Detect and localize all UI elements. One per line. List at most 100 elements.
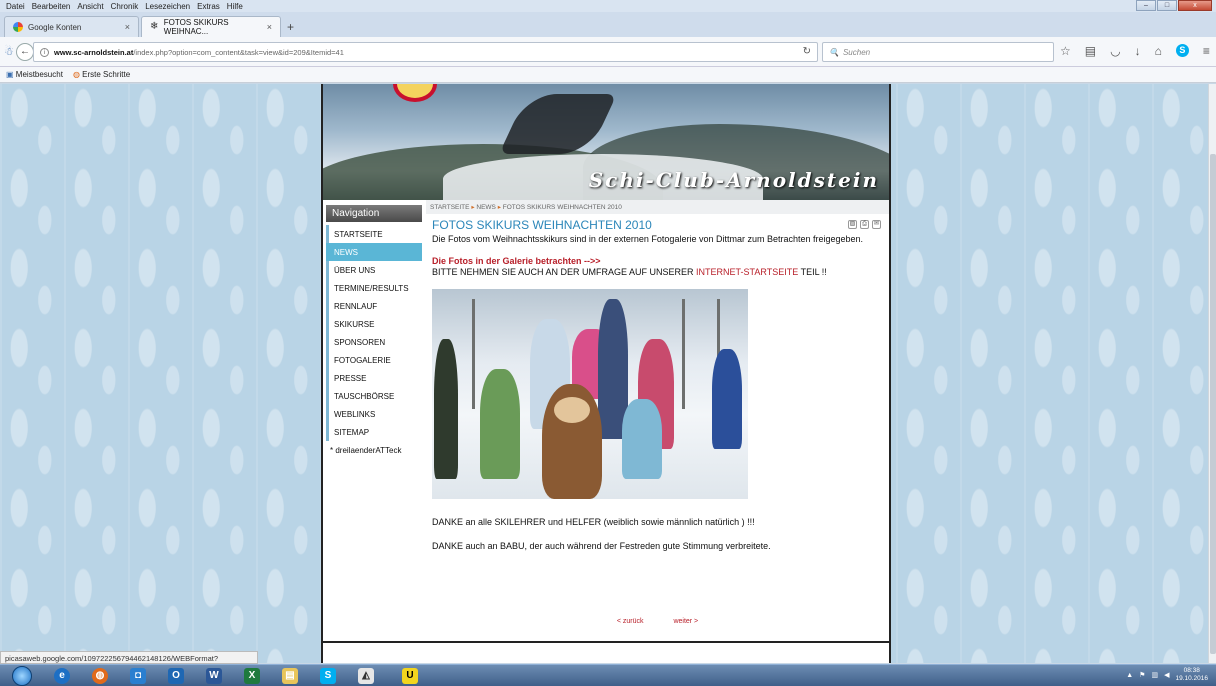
print-icon[interactable]: ⎙ — [860, 220, 869, 229]
breadcrumb-news[interactable]: NEWS — [476, 204, 496, 211]
new-tab-icon[interactable]: + — [287, 20, 294, 34]
sidebar-item-news[interactable]: NEWS — [326, 243, 422, 261]
back-icon[interactable]: ← — [16, 43, 34, 61]
sidebar-item-skikurse[interactable]: SKIKURSE — [326, 315, 422, 333]
ultra-app-icon[interactable]: U — [402, 668, 418, 684]
flag-icon[interactable]: ⚑ — [1139, 671, 1145, 679]
info-icon[interactable]: i — [40, 48, 49, 57]
page-viewport: Schi-Club-Arnoldstein Navigation STARTSE… — [0, 84, 1208, 663]
image-viewer-icon[interactable]: ◭ — [358, 668, 374, 684]
menu-ansicht[interactable]: Ansicht — [77, 2, 103, 11]
sidebar-item-weblinks[interactable]: WEBLINKS — [326, 405, 422, 423]
thanks-text-2: DANKE auch an BABU, der auch während der… — [432, 541, 771, 551]
close-tab-icon[interactable]: × — [267, 22, 272, 32]
bookmark-folder-icon: ▣ — [6, 70, 14, 79]
pocket-icon[interactable]: ◡ — [1110, 44, 1120, 58]
window-controls: – □ x — [1136, 0, 1212, 11]
photo-person — [622, 399, 662, 479]
url-bar[interactable]: i www.sc-arnoldstein.at/index.php?option… — [33, 42, 818, 62]
skype-icon[interactable]: S — [1175, 44, 1189, 57]
clock-time: 08:38 — [1183, 667, 1200, 674]
scrollbar-thumb[interactable] — [1210, 154, 1216, 654]
startseite-link[interactable]: INTERNET-STARTSEITE — [696, 267, 798, 277]
word-icon[interactable]: W — [206, 668, 222, 684]
breadcrumb: STARTSEITE ▸ NEWS ▸ FOTOS SKIKURS WEIHNA… — [426, 200, 889, 214]
close-tab-icon[interactable]: × — [125, 22, 130, 32]
menu-datei[interactable]: Datei — [6, 2, 25, 11]
site-title: Schi-Club-Arnoldstein — [588, 168, 879, 192]
volume-icon[interactable]: ◀ — [1164, 671, 1169, 679]
breadcrumb-arrow-icon: ▸ — [497, 204, 501, 211]
menu-chronik[interactable]: Chronik — [111, 2, 139, 11]
addon-icon[interactable]: ☃ — [4, 45, 14, 58]
pdf-icon[interactable]: ▨ — [848, 220, 857, 229]
home-icon[interactable]: ⌂ — [1155, 44, 1162, 58]
article-intro: Die Fotos vom Weihnachtsskikurs sind in … — [432, 234, 864, 244]
clipboard-icon[interactable]: ▤ — [1085, 44, 1096, 58]
menu-lesezeichen[interactable]: Lesezeichen — [145, 2, 190, 11]
bookmark-erste-schritte[interactable]: ◍ Erste Schritte — [73, 70, 130, 79]
maximize-icon[interactable]: □ — [1157, 0, 1177, 11]
survey-hint: BITTE NEHMEN SIE AUCH AN DER UMFRAGE AUF… — [432, 267, 881, 278]
sidebar-item-presse[interactable]: PRESSE — [326, 369, 422, 387]
internet-explorer-icon[interactable]: e — [54, 668, 70, 684]
outlook-icon[interactable]: O — [168, 668, 184, 684]
explorer-folder-icon[interactable]: ▤ — [282, 668, 298, 684]
close-window-icon[interactable]: x — [1178, 0, 1212, 11]
sidebar-item-dreilaender[interactable]: * dreilaenderATTeck — [326, 441, 422, 459]
sidebar-item-sponsoren[interactable]: SPONSOREN — [326, 333, 422, 351]
tab-google-konten[interactable]: Google Konten × — [4, 16, 139, 37]
article-pager: < zurück weiter > — [426, 618, 889, 625]
vertical-scrollbar[interactable] — [1208, 84, 1216, 663]
download-icon[interactable]: ↓ — [1135, 44, 1141, 58]
search-input[interactable]: 🔍 Suchen — [822, 42, 1054, 62]
toolbar-icons: ☆ ▤ ◡ ↓ ⌂ S ≡ — [1060, 44, 1210, 58]
prev-link[interactable]: < zurück — [617, 618, 644, 625]
clock[interactable]: 08:38 19.10.2016 — [1175, 667, 1208, 683]
navigation-header: Navigation — [326, 205, 422, 222]
app-icon[interactable]: ◘ — [130, 668, 146, 684]
tab-label: FOTOS SKIKURS WEIHNAC... — [163, 18, 229, 36]
skype-icon[interactable]: S — [320, 668, 336, 684]
start-button[interactable] — [12, 666, 32, 686]
article-header: FOTOS SKIKURS WEIHNACHTEN 2010 ▨ ⎙ ✉ — [432, 218, 889, 232]
bookmark-meistbesucht[interactable]: ▣ Meistbesucht — [6, 70, 63, 79]
menu-bar: Datei Bearbeiten Ansicht Chronik Lesezei… — [0, 0, 1216, 12]
menu-hilfe[interactable]: Hilfe — [227, 2, 243, 11]
email-icon[interactable]: ✉ — [872, 220, 881, 229]
sidebar-item-tauschboerse[interactable]: TAUSCHBÖRSE — [326, 387, 422, 405]
gallery-link[interactable]: Die Fotos in der Galerie betrachten -->> — [432, 256, 881, 267]
tray-arrow-icon[interactable]: ▲ — [1126, 672, 1133, 679]
sidebar-item-rennlauf[interactable]: RENNLAUF — [326, 297, 422, 315]
status-url: picasaweb.google.com/1097222567944621481… — [0, 651, 258, 672]
photo-tree — [682, 299, 685, 409]
bookmark-label: Meistbesucht — [15, 70, 63, 79]
search-placeholder: Suchen — [842, 47, 871, 57]
photo-person — [434, 339, 458, 479]
firefox-icon: ◍ — [72, 70, 80, 79]
sidebar-item-termine-results[interactable]: TERMINE/RESULTS — [326, 279, 422, 297]
google-icon — [13, 22, 23, 32]
sidebar-item-startseite[interactable]: STARTSEITE — [326, 225, 422, 243]
excel-icon[interactable]: X — [244, 668, 260, 684]
breadcrumb-startseite[interactable]: STARTSEITE — [430, 204, 470, 211]
menu-extras[interactable]: Extras — [197, 2, 220, 11]
main-content: STARTSEITE ▸ NEWS ▸ FOTOS SKIKURS WEIHNA… — [426, 200, 889, 641]
menu-bearbeiten[interactable]: Bearbeiten — [32, 2, 71, 11]
sidebar-item-fotogalerie[interactable]: FOTOGALERIE — [326, 351, 422, 369]
star-bookmark-icon[interactable]: ☆ — [1060, 44, 1071, 58]
reload-icon[interactable]: ↻ — [803, 46, 811, 57]
sidebar-item-sitemap[interactable]: SITEMAP — [326, 423, 422, 441]
sidebar-item-ueber-uns[interactable]: ÜBER UNS — [326, 261, 422, 279]
site-container: Schi-Club-Arnoldstein Navigation STARTSE… — [321, 84, 891, 663]
url-domain: www.sc-arnoldstein.at — [54, 47, 134, 57]
nav-list: STARTSEITE NEWS ÜBER UNS TERMINE/RESULTS… — [326, 225, 422, 459]
gallery-photo[interactable] — [432, 289, 748, 499]
firefox-icon[interactable]: ◍ — [92, 668, 108, 684]
tab-fotos-skikurs[interactable]: ❄ FOTOS SKIKURS WEIHNAC... × — [141, 16, 281, 37]
hamburger-menu-icon[interactable]: ≡ — [1203, 44, 1210, 58]
article-body: Die Fotos vom Weihnachtsskikurs sind in … — [432, 234, 881, 278]
minimize-icon[interactable]: – — [1136, 0, 1156, 11]
next-link[interactable]: weiter > — [673, 618, 698, 625]
network-icon[interactable]: ▥ — [1151, 671, 1158, 679]
